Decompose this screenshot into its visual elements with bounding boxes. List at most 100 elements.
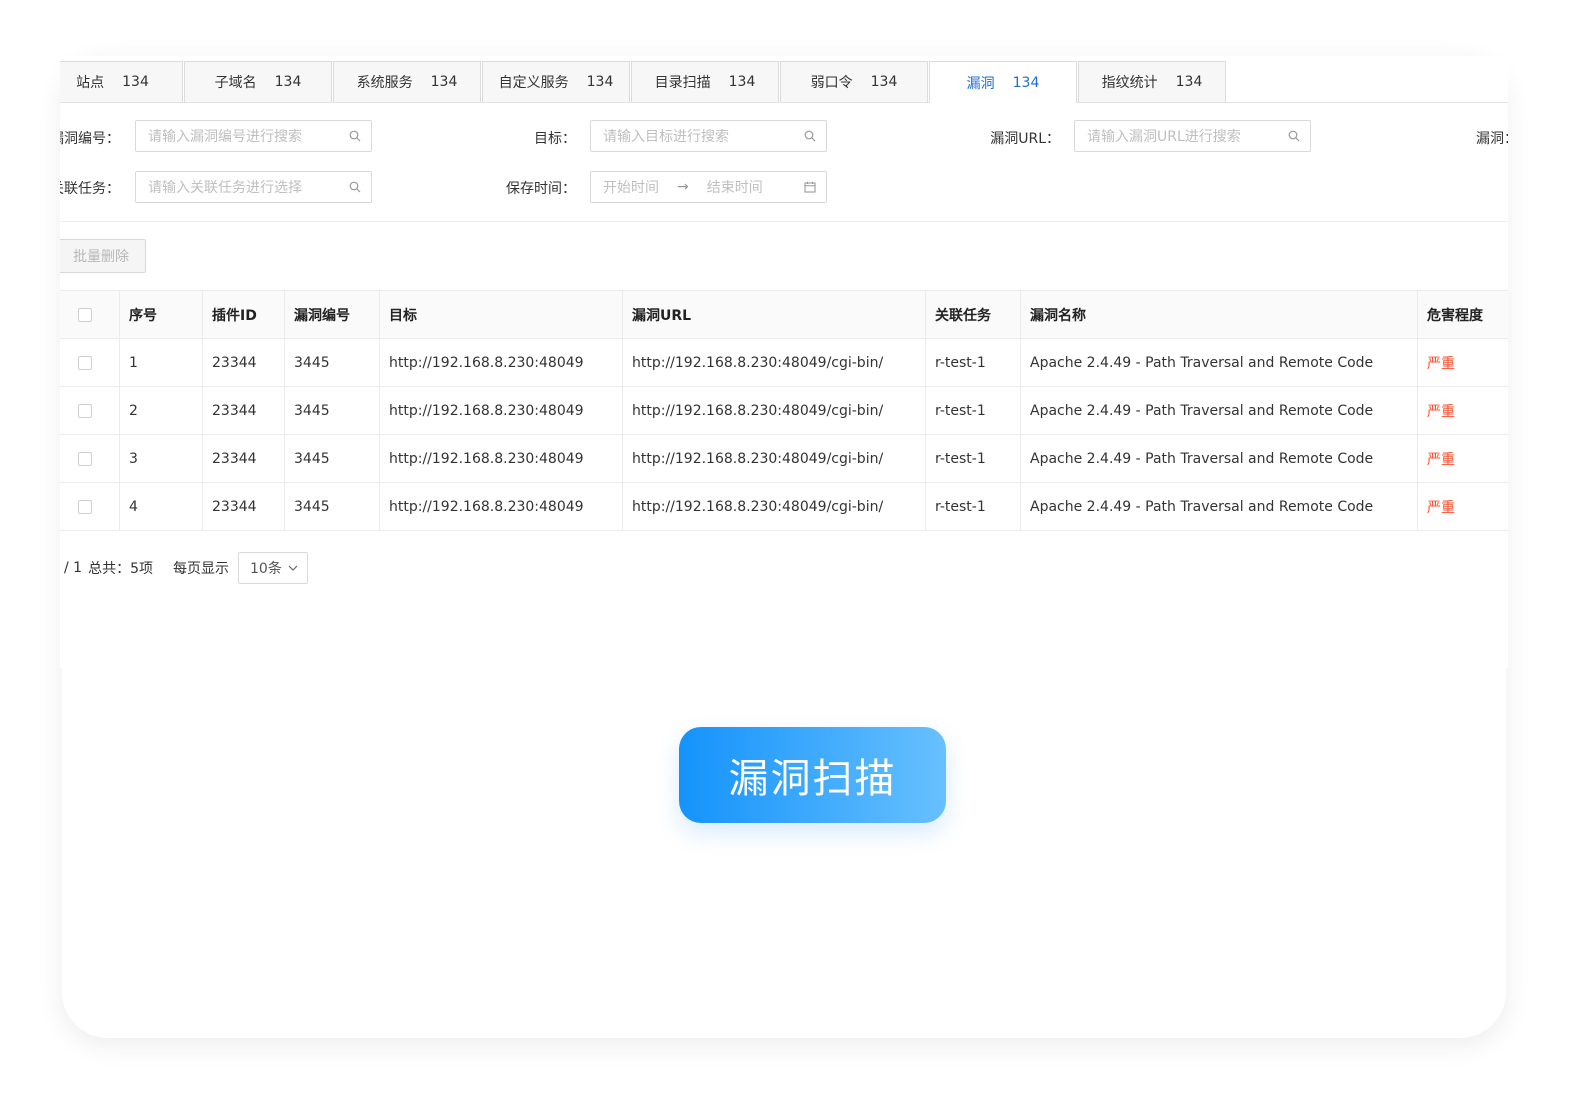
cell-vuln-url: http://192.168.8.230:48049/cgi-bin/ xyxy=(623,435,926,482)
total-count: 总共：5项 xyxy=(88,561,153,577)
tab-label: 子域名 xyxy=(214,75,257,91)
chevron-down-icon xyxy=(288,565,298,571)
row-select[interactable] xyxy=(60,435,120,482)
table-row[interactable]: 4 23344 3445 http://192.168.8.230:48049 … xyxy=(60,483,1508,531)
header-task: 关联任务 xyxy=(926,291,1021,338)
cell-task: r-test-1 xyxy=(926,387,1021,434)
vuln-scan-button[interactable]: 漏洞扫描 xyxy=(679,727,946,823)
placeholder: 请输入关联任务进行选择 xyxy=(148,180,302,196)
cell-severity: 严重 xyxy=(1427,355,1455,372)
tab-count: 134 xyxy=(1012,74,1040,91)
row-select[interactable] xyxy=(60,339,120,386)
tab-count: 134 xyxy=(1175,74,1203,90)
vuln-url-input[interactable]: 请输入漏洞URL进行搜索 xyxy=(1074,120,1311,152)
tab-subdomain[interactable]: 子域名 134 xyxy=(184,61,332,102)
header-vuln-name: 漏洞名称 xyxy=(1021,291,1418,338)
tab-label: 指纹统计 xyxy=(1101,75,1158,91)
per-page-select[interactable]: 10条 xyxy=(238,552,308,584)
row-select[interactable] xyxy=(60,483,120,530)
batch-delete-button[interactable]: 批量删除 xyxy=(60,239,146,273)
date-range-picker[interactable]: 开始时间 → 结束时间 xyxy=(590,171,827,203)
tab-count: 134 xyxy=(430,74,458,90)
pagination: / 1 总共：5项 每页显示 10条 xyxy=(64,552,308,584)
vulnerability-table: 序号 插件ID 漏洞编号 目标 漏洞URL 关联任务 漏洞名称 危害程度 1 2… xyxy=(60,290,1508,531)
row-checkbox[interactable] xyxy=(78,403,92,418)
per-page-value: 10条 xyxy=(250,561,282,577)
placeholder: 请输入漏洞URL进行搜索 xyxy=(1087,129,1241,145)
cell-severity: 严重 xyxy=(1427,451,1455,468)
cell-index: 4 xyxy=(120,483,203,530)
search-icon xyxy=(804,130,816,142)
task-select[interactable]: 请输入关联任务进行选择 xyxy=(135,171,372,203)
cell-target: http://192.168.8.230:48049 xyxy=(380,435,623,482)
filter-divider xyxy=(60,221,1508,222)
cell-index: 2 xyxy=(120,387,203,434)
cell-vuln-url: http://192.168.8.230:48049/cgi-bin/ xyxy=(623,387,926,434)
header-select-all[interactable] xyxy=(60,291,120,338)
cell-task: r-test-1 xyxy=(926,339,1021,386)
placeholder: 请输入目标进行搜索 xyxy=(603,129,729,145)
task-label: 关联任务： xyxy=(60,181,120,197)
vuln-extra-label: 漏洞： xyxy=(1476,131,1508,147)
cell-vuln-url: http://192.168.8.230:48049/cgi-bin/ xyxy=(623,339,926,386)
cell-vuln-id: 3445 xyxy=(285,435,380,482)
row-checkbox[interactable] xyxy=(78,499,92,514)
tab-site[interactable]: 站点 134 xyxy=(60,61,183,102)
tab-label: 系统服务 xyxy=(356,75,413,91)
select-all-checkbox[interactable] xyxy=(78,307,92,322)
tab-label: 目录扫描 xyxy=(654,75,711,91)
header-vuln-id: 漏洞编号 xyxy=(285,291,380,338)
header-target: 目标 xyxy=(380,291,623,338)
page-info: / 1 xyxy=(64,560,83,576)
cell-vuln-url: http://192.168.8.230:48049/cgi-bin/ xyxy=(623,483,926,530)
tab-label: 漏洞 xyxy=(966,75,995,92)
end-date-placeholder[interactable]: 结束时间 xyxy=(707,177,763,197)
tab-label: 站点 xyxy=(76,75,105,91)
tab-label: 弱口令 xyxy=(810,75,853,91)
tab-system-service[interactable]: 系统服务 134 xyxy=(333,61,481,102)
calendar-icon xyxy=(804,181,816,193)
start-date-placeholder[interactable]: 开始时间 xyxy=(603,177,659,197)
tabs-baseline xyxy=(60,102,1508,103)
per-page-label: 每页显示 xyxy=(173,561,229,577)
placeholder: 请输入漏洞编号进行搜索 xyxy=(148,129,302,145)
table-row[interactable]: 2 23344 3445 http://192.168.8.230:48049 … xyxy=(60,387,1508,435)
header-severity: 危害程度 xyxy=(1427,307,1483,324)
table-row[interactable]: 3 23344 3445 http://192.168.8.230:48049 … xyxy=(60,435,1508,483)
tab-fingerprint-stats[interactable]: 指纹统计 134 xyxy=(1078,61,1226,102)
header-plugin-id: 插件ID xyxy=(203,291,285,338)
cell-vuln-name: Apache 2.4.49 - Path Traversal and Remot… xyxy=(1021,387,1418,434)
table-row[interactable]: 1 23344 3445 http://192.168.8.230:48049 … xyxy=(60,339,1508,387)
cell-vuln-name: Apache 2.4.49 - Path Traversal and Remot… xyxy=(1021,339,1418,386)
header-vuln-url: 漏洞URL xyxy=(623,291,926,338)
tab-count: 134 xyxy=(122,74,149,90)
cell-plugin-id: 23344 xyxy=(203,483,285,530)
vuln-id-input[interactable]: 请输入漏洞编号进行搜索 xyxy=(135,120,372,152)
cell-vuln-id: 3445 xyxy=(285,339,380,386)
row-select[interactable] xyxy=(60,387,120,434)
tab-custom-service[interactable]: 自定义服务 134 xyxy=(482,61,630,102)
cell-severity: 严重 xyxy=(1427,499,1455,516)
cell-vuln-id: 3445 xyxy=(285,483,380,530)
arrow-right-icon: → xyxy=(677,179,689,195)
cell-task: r-test-1 xyxy=(926,483,1021,530)
screenshot-viewport: 站点 134 子域名 134 系统服务 134 自定义服务 134 目录扫描 134 弱口… xyxy=(60,56,1508,668)
cell-plugin-id: 23344 xyxy=(203,339,285,386)
row-checkbox[interactable] xyxy=(78,355,92,370)
save-time-label: 保存时间： xyxy=(506,181,576,197)
tab-dir-scan[interactable]: 目录扫描 134 xyxy=(631,61,779,102)
cell-index: 3 xyxy=(120,435,203,482)
header-index: 序号 xyxy=(120,291,203,338)
tab-count: 134 xyxy=(870,74,898,90)
cell-vuln-name: Apache 2.4.49 - Path Traversal and Remot… xyxy=(1021,435,1418,482)
search-icon xyxy=(1288,130,1300,142)
cell-index: 1 xyxy=(120,339,203,386)
tab-label: 自定义服务 xyxy=(498,75,569,91)
vuln-url-label: 漏洞URL： xyxy=(990,131,1060,147)
cell-target: http://192.168.8.230:48049 xyxy=(380,339,623,386)
tab-weak-password[interactable]: 弱口令 134 xyxy=(780,61,928,102)
search-icon xyxy=(349,130,361,142)
row-checkbox[interactable] xyxy=(78,451,92,466)
tab-vulnerability[interactable]: 漏洞 134 xyxy=(929,61,1077,103)
target-input[interactable]: 请输入目标进行搜索 xyxy=(590,120,827,152)
